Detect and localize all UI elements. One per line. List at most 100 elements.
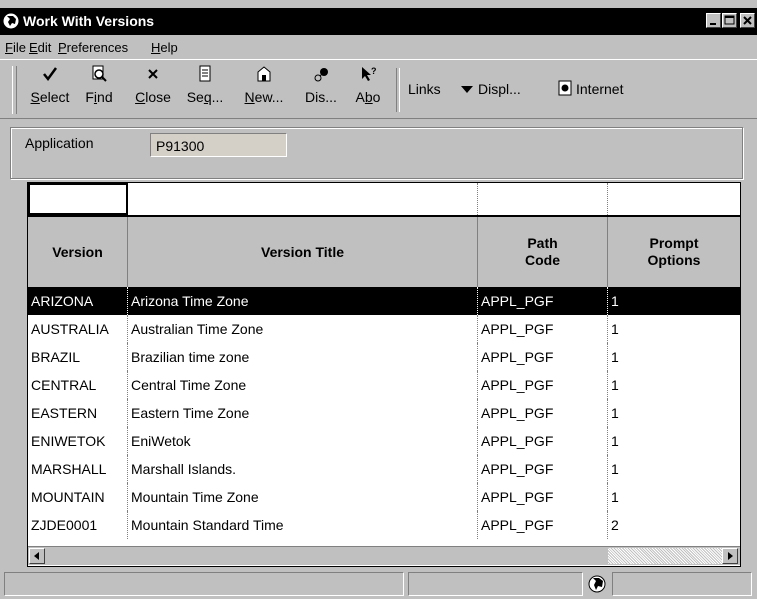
scroll-left-button[interactable] — [29, 548, 45, 564]
table-row[interactable]: EASTERN Eastern Time Zone APPL_PGF 1 — [28, 399, 740, 427]
cell-title: EniWetok — [128, 427, 478, 455]
internet-link[interactable]: Internet — [576, 81, 623, 97]
grid-header: Version Version Title Path Code Prompt O… — [28, 215, 740, 289]
scroll-track[interactable] — [608, 548, 722, 564]
cell-title: Australian Time Zone — [128, 315, 478, 343]
cell-prompt: 1 — [611, 377, 619, 393]
cell-version: ZJDE0001 — [28, 511, 128, 539]
menu-file[interactable]: File — [5, 40, 26, 55]
table-row[interactable]: ARIZONA Arizona Time Zone APPL_PGF 1 — [28, 287, 740, 315]
work-with-versions-window: Work With Versions File Edit Preferences… — [0, 0, 757, 599]
minimize-button[interactable] — [706, 13, 721, 28]
find-button[interactable]: Find — [74, 64, 124, 114]
table-row[interactable]: CENTRAL Central Time Zone APPL_PGF 1 — [28, 371, 740, 399]
qbe-path-input[interactable] — [478, 183, 608, 215]
cell-prompt: 1 — [611, 433, 619, 449]
find-icon — [92, 65, 107, 82]
cell-prompt: 1 — [611, 405, 619, 421]
menu-bar: File Edit Preferences Help — [0, 35, 757, 59]
toolbar-grip[interactable] — [12, 66, 17, 114]
globe-icon — [588, 575, 606, 593]
cell-version: MARSHALL — [28, 455, 128, 483]
table-row[interactable]: ENIWETOK EniWetok APPL_PGF 1 — [28, 427, 740, 455]
maximize-icon — [724, 15, 735, 25]
menu-help[interactable]: Help — [151, 40, 178, 55]
links-menu[interactable]: Links — [408, 81, 441, 97]
cell-version: CENTRAL — [28, 371, 128, 399]
menu-edit[interactable]: Edit — [29, 40, 51, 55]
cell-version: EASTERN — [28, 399, 128, 427]
cell-prompt: 1 — [611, 349, 619, 365]
table-row[interactable]: MOUNTAIN Mountain Time Zone APPL_PGF 1 — [28, 483, 740, 511]
display-menu[interactable]: Displ... — [478, 81, 521, 97]
column-header-prompt-options[interactable]: Prompt Options — [608, 217, 740, 287]
cell-title: Marshall Islands. — [128, 455, 478, 483]
cell-path: APPL_PGF — [478, 371, 608, 399]
scroll-right-button[interactable] — [722, 548, 738, 564]
cell-title: Mountain Time Zone — [128, 483, 478, 511]
horizontal-scrollbar[interactable] — [28, 546, 740, 565]
status-pane-right — [612, 572, 752, 596]
cell-version: ARIZONA — [28, 287, 128, 315]
application-group: Application P91300 — [10, 127, 743, 179]
toolbar: Select Find Close Seq... New... Dis... ?… — [0, 59, 757, 119]
qbe-title-input[interactable] — [128, 183, 478, 215]
cell-path: APPL_PGF — [478, 315, 608, 343]
arrow-right-icon — [728, 552, 733, 560]
abo-button[interactable]: ? Abo — [348, 64, 388, 114]
cell-prompt: 2 — [611, 517, 619, 533]
status-pane-secondary — [408, 572, 583, 596]
column-header-path-code[interactable]: Path Code — [478, 217, 608, 287]
column-header-version[interactable]: Version — [28, 217, 128, 287]
cell-title: Eastern Time Zone — [128, 399, 478, 427]
arrow-left-icon — [34, 552, 39, 560]
cell-path: APPL_PGF — [478, 455, 608, 483]
close-icon — [743, 16, 752, 25]
title-bar[interactable]: Work With Versions — [0, 8, 757, 35]
select-button[interactable]: Select — [28, 64, 72, 114]
cell-prompt: 1 — [611, 321, 619, 337]
status-pane-main — [4, 572, 404, 596]
cell-prompt: 1 — [611, 489, 619, 505]
application-label: Application — [25, 135, 94, 151]
cell-path: APPL_PGF — [478, 343, 608, 371]
app-globe-icon — [3, 13, 19, 29]
close-form-button[interactable]: Close — [128, 64, 178, 114]
cell-version: ENIWETOK — [28, 427, 128, 455]
cell-title: Mountain Standard Time — [128, 511, 478, 539]
cell-path: APPL_PGF — [478, 511, 608, 539]
cell-title: Central Time Zone — [128, 371, 478, 399]
sequence-icon — [199, 65, 211, 82]
about-icon: ? — [362, 66, 377, 81]
dis-button[interactable]: Dis... — [298, 64, 344, 114]
cell-title: Arizona Time Zone — [128, 287, 478, 315]
chevron-down-icon[interactable] — [461, 86, 473, 94]
new-icon — [257, 66, 271, 82]
cell-path: APPL_PGF — [478, 427, 608, 455]
table-row[interactable]: MARSHALL Marshall Islands. APPL_PGF 1 — [28, 455, 740, 483]
table-row[interactable]: ZJDE0001 Mountain Standard Time APPL_PGF 2 — [28, 511, 740, 539]
cell-path: APPL_PGF — [478, 483, 608, 511]
window-title: Work With Versions — [23, 13, 155, 29]
check-icon — [43, 67, 58, 82]
table-row[interactable]: AUSTRALIA Australian Time Zone APPL_PGF 1 — [28, 315, 740, 343]
menu-preferences[interactable]: Preferences — [58, 40, 128, 55]
new-button[interactable]: New... — [234, 64, 294, 114]
cell-path: APPL_PGF — [478, 287, 608, 315]
qbe-version-input[interactable] — [28, 183, 128, 215]
seq-button[interactable]: Seq... — [180, 64, 230, 114]
cell-version: BRAZIL — [28, 343, 128, 371]
close-button[interactable] — [740, 13, 755, 28]
cell-prompt: 1 — [611, 293, 619, 309]
application-field[interactable]: P91300 — [150, 133, 287, 157]
status-bar — [0, 570, 757, 599]
internet-icon[interactable] — [558, 80, 574, 96]
close-x-icon — [148, 69, 158, 79]
cell-version: MOUNTAIN — [28, 483, 128, 511]
qbe-prompt-input[interactable] — [608, 183, 740, 215]
minimize-icon — [710, 23, 716, 25]
cell-prompt: 1 — [611, 461, 619, 477]
column-header-version-title[interactable]: Version Title — [128, 217, 478, 287]
table-row[interactable]: BRAZIL Brazilian time zone APPL_PGF 1 — [28, 343, 740, 371]
maximize-button[interactable] — [722, 13, 737, 28]
